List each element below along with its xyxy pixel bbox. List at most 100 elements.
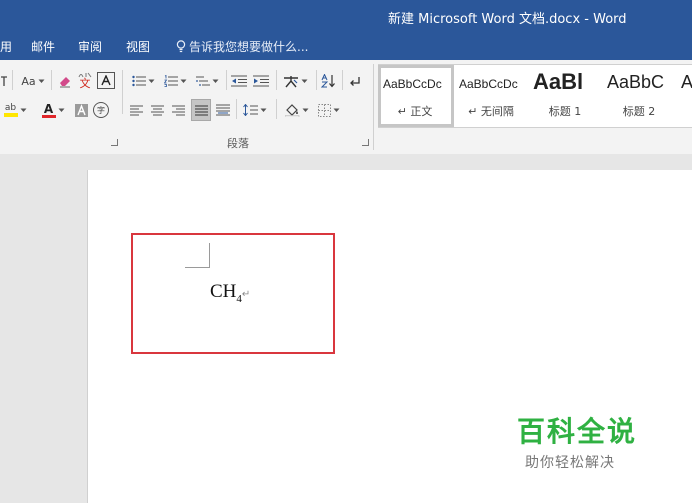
border-icon — [318, 103, 331, 117]
divider — [276, 70, 277, 90]
style-title[interactable]: A — [676, 65, 692, 127]
text-highlight-button[interactable]: ab — [0, 101, 30, 119]
paragraph-group-label: 段落 — [227, 137, 249, 150]
divider — [51, 70, 52, 90]
align-right-button[interactable] — [170, 101, 186, 119]
shrink-font-icon[interactable] — [0, 72, 8, 90]
shading-button[interactable] — [282, 101, 312, 119]
chevron-down-icon — [301, 79, 307, 83]
line-spacing-button[interactable] — [240, 101, 270, 119]
tab-view[interactable]: 视图 — [126, 38, 150, 55]
clear-formatting-button[interactable] — [57, 72, 73, 90]
style-preview: AaBbCcDc — [383, 77, 442, 91]
sort-icon — [321, 74, 335, 88]
change-case-button[interactable]: Aa — [18, 72, 48, 90]
align-left-icon — [129, 105, 143, 115]
watermark-subtitle: 助你轻松解决 — [525, 455, 615, 471]
chevron-down-icon — [302, 108, 309, 112]
divider — [373, 64, 374, 150]
divider — [12, 70, 13, 90]
style-heading-2[interactable]: AaBbC 标题 2 — [602, 65, 676, 127]
window-title: 新建 Microsoft Word 文档.docx - Word — [388, 12, 627, 27]
style-no-spacing[interactable]: AaBbCcDc ↵ 无间隔 — [454, 65, 528, 127]
eraser-icon — [60, 77, 70, 88]
font-dialog-launcher[interactable] — [111, 139, 118, 146]
chevron-down-icon — [180, 79, 186, 83]
tab-review[interactable]: 审阅 — [78, 38, 102, 55]
style-heading-1[interactable]: AaBl 标题 1 — [528, 65, 602, 127]
highlight-label: ab — [4, 102, 17, 113]
divider — [236, 99, 237, 119]
divider — [316, 70, 317, 90]
tell-me-text: 告诉我您想要做什么... — [189, 40, 309, 54]
chevron-down-icon — [212, 79, 218, 83]
chevron-down-icon — [333, 108, 340, 112]
phonetic-guide-glyph: 文 — [79, 76, 91, 90]
paragraph-dialog-launcher[interactable] — [362, 139, 369, 146]
title-bar: 新建 Microsoft Word 文档.docx - Word — [0, 0, 692, 32]
highlight-annotation-box — [131, 233, 335, 354]
chevron-down-icon — [260, 108, 267, 112]
style-preview: AaBbCcDc — [459, 77, 518, 91]
align-center-icon — [150, 105, 164, 115]
chevron-down-icon — [58, 108, 64, 112]
distributed-icon — [216, 104, 230, 116]
style-name: ↵ 无间隔 — [468, 105, 514, 118]
multilevel-list-icon — [195, 76, 210, 86]
character-border-button[interactable] — [97, 72, 115, 89]
ribbon-tab-bar: 用 邮件 审阅 视图 告诉我您想要做什么... — [0, 32, 692, 60]
font-color-button[interactable]: A — [38, 101, 68, 119]
divider — [342, 70, 343, 90]
styles-gallery: AaBbCcDc ↵ 正文 AaBbCcDc ↵ 无间隔 AaBl 标题 1 A… — [378, 64, 692, 128]
character-shading-button[interactable] — [74, 101, 89, 119]
paint-bucket-icon — [285, 104, 300, 117]
align-center-button[interactable] — [149, 101, 165, 119]
divider — [226, 70, 227, 90]
align-left-button[interactable] — [128, 101, 144, 119]
chevron-down-icon — [38, 79, 45, 83]
chevron-down-icon — [148, 79, 154, 83]
tab-references[interactable]: 用 — [0, 38, 12, 55]
paragraph-mark-icon — [350, 77, 360, 86]
style-preview: AaBl — [533, 69, 584, 94]
style-normal[interactable]: AaBbCcDc ↵ 正文 — [378, 65, 454, 127]
style-name: 标题 2 — [622, 105, 656, 118]
line-spacing-icon — [243, 104, 258, 116]
decrease-indent-button[interactable] — [230, 72, 248, 90]
multilevel-list-button[interactable] — [192, 72, 222, 90]
change-case-label: Aa — [21, 74, 36, 88]
watermark: 百科全说 助你轻松解决 — [517, 410, 637, 472]
tell-me-box[interactable]: 告诉我您想要做什么... — [176, 38, 308, 55]
style-name: ↵ 正文 — [397, 105, 433, 118]
style-name: 标题 1 — [548, 105, 582, 118]
divider — [122, 70, 123, 114]
divider — [276, 99, 277, 119]
justify-icon — [194, 105, 208, 115]
increase-indent-icon — [253, 75, 269, 87]
decrease-indent-icon — [231, 75, 247, 87]
numbering-button[interactable] — [160, 72, 190, 90]
lightbulb-icon — [176, 40, 186, 53]
chinese-layout-icon — [283, 75, 298, 87]
align-right-icon — [171, 105, 185, 115]
style-preview: AaBbC — [607, 72, 665, 92]
bullet-list-icon — [131, 75, 146, 87]
phonetic-guide-button[interactable]: 文 — [77, 71, 93, 89]
font-color-bar — [41, 114, 56, 118]
enclose-characters-button[interactable]: 字 — [93, 101, 109, 119]
justify-button[interactable] — [191, 99, 211, 121]
watermark-title: 百科全说 — [517, 415, 638, 448]
character-border-icon — [101, 75, 111, 86]
style-preview: A — [681, 72, 692, 92]
chevron-down-icon — [20, 108, 26, 112]
increase-indent-button[interactable] — [252, 72, 270, 90]
character-shading-icon — [75, 103, 88, 117]
highlight-color-bar — [3, 112, 18, 117]
bullets-button[interactable] — [128, 72, 158, 90]
show-formatting-marks-button[interactable] — [346, 72, 364, 90]
tab-mailings[interactable]: 邮件 — [31, 38, 55, 55]
chinese-layout-button[interactable] — [280, 72, 310, 90]
distributed-button[interactable] — [214, 101, 232, 119]
borders-button[interactable] — [314, 101, 344, 119]
sort-button[interactable] — [320, 72, 338, 90]
